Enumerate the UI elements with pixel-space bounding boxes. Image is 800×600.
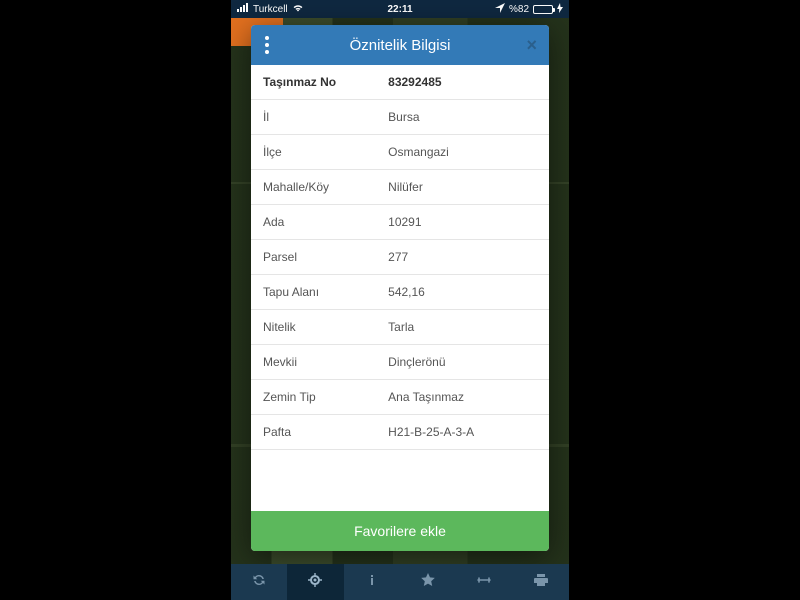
attribute-value: H21-B-25-A-3-A [376,415,549,450]
table-row: Zemin TipAna Taşınmaz [251,380,549,415]
charging-icon [557,3,563,16]
attribute-value: Dinçlerönü [376,345,549,380]
clock-label: 22:11 [387,4,412,15]
attribute-value: Nilüfer [376,170,549,205]
signal-icon [237,3,249,15]
table-row: NitelikTarla [251,310,549,345]
attribute-value: 542,16 [376,275,549,310]
modal-menu-button[interactable] [265,36,269,54]
print-button[interactable] [513,564,569,600]
attribute-value: 277 [376,240,549,275]
table-row: Taşınmaz No83292485 [251,65,549,100]
table-row: Mahalle/KöyNilüfer [251,170,549,205]
modal-title: Öznitelik Bilgisi [350,37,451,54]
locate-icon [307,572,323,593]
table-row: MevkiiDinçlerönü [251,345,549,380]
modal-header: Öznitelik Bilgisi × [251,25,549,65]
attribute-key: Ada [251,205,376,240]
battery-pct-label: %82 [509,4,529,15]
attribute-value: 10291 [376,205,549,240]
attribute-key: Pafta [251,415,376,450]
attribute-key: Taşınmaz No [251,65,376,100]
table-row: Ada10291 [251,205,549,240]
attribute-key: Mevkii [251,345,376,380]
attribute-key: Nitelik [251,310,376,345]
table-row: Parsel277 [251,240,549,275]
close-icon[interactable]: × [526,36,537,54]
locate-button[interactable] [287,564,343,600]
star-button[interactable] [400,564,456,600]
measure-icon [476,572,492,593]
attribute-table: Taşınmaz No83292485İlBursaİlçeOsmangaziM… [251,65,549,450]
table-row: Tapu Alanı542,16 [251,275,549,310]
attribute-key: Mahalle/Köy [251,170,376,205]
table-row: PaftaH21-B-25-A-3-A [251,415,549,450]
add-favorites-button[interactable]: Favorilere ekle [251,511,549,551]
attribute-key: İl [251,100,376,135]
measure-button[interactable] [456,564,512,600]
refresh-icon [251,572,267,593]
attribute-value: 83292485 [376,65,549,100]
attribute-value: Ana Taşınmaz [376,380,549,415]
attribute-value: Bursa [376,100,549,135]
status-bar: Turkcell 22:11 %82 [231,0,569,18]
bottom-toolbar [231,564,569,600]
info-icon [364,572,380,593]
table-row: İlçeOsmangazi [251,135,549,170]
attribute-value: Osmangazi [376,135,549,170]
attribute-value: Tarla [376,310,549,345]
phone-frame: Turkcell 22:11 %82 Öznitelik Bilgisi × [231,0,569,600]
carrier-label: Turkcell [253,4,288,15]
location-arrow-icon [495,3,505,16]
attribute-key: Tapu Alanı [251,275,376,310]
attribute-info-modal: Öznitelik Bilgisi × Taşınmaz No83292485İ… [251,25,549,551]
attribute-key: İlçe [251,135,376,170]
info-button[interactable] [344,564,400,600]
battery-icon [533,5,553,14]
wifi-icon [292,3,304,15]
star-icon [420,572,436,593]
attribute-key: Parsel [251,240,376,275]
table-row: İlBursa [251,100,549,135]
modal-body: Taşınmaz No83292485İlBursaİlçeOsmangaziM… [251,65,549,511]
attribute-key: Zemin Tip [251,380,376,415]
refresh-button[interactable] [231,564,287,600]
print-icon [533,572,549,593]
